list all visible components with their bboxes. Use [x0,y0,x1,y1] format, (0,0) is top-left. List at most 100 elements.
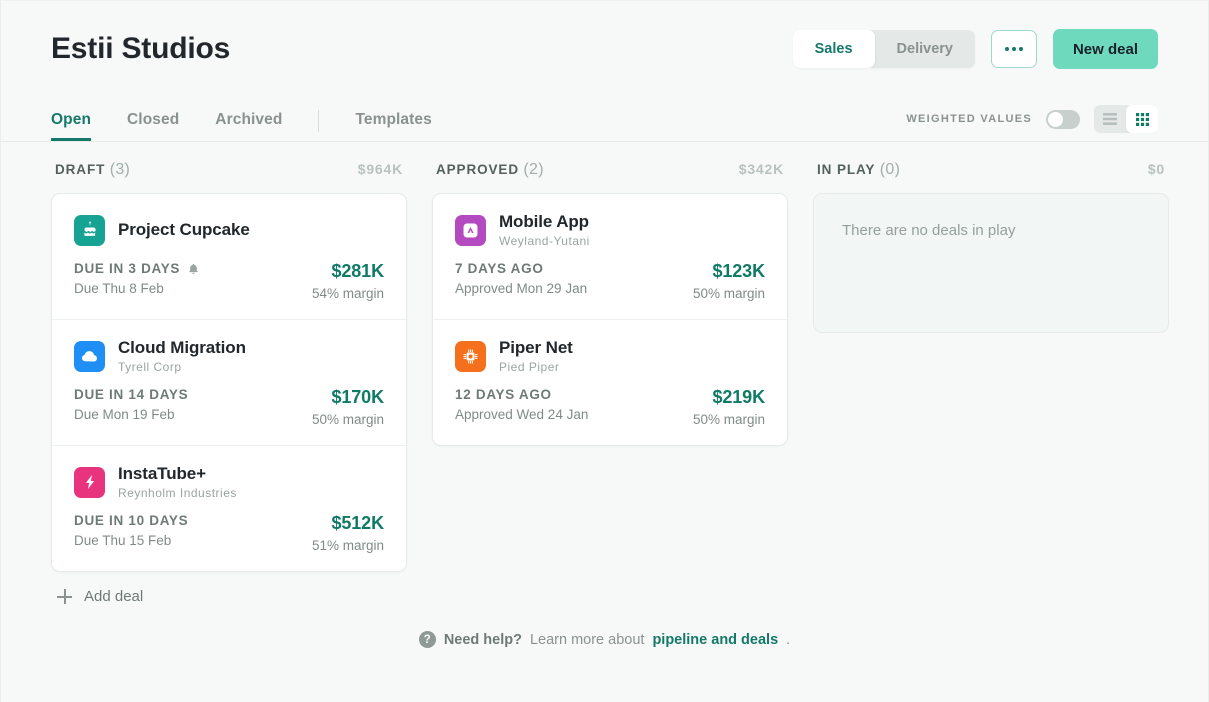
deal-schedule: DUE IN 3 DAYS Due Thu 8 Feb [74,261,200,296]
header-actions: Sales Delivery New deal [792,29,1158,69]
pipeline-and-deals-link[interactable]: pipeline and deals [652,632,778,648]
deal-name-group: Piper Net Pied Piper [499,338,573,374]
deal-header: Piper Net Pied Piper [455,338,765,374]
lightning-bolt-icon [74,466,105,498]
weighted-values-toggle[interactable] [1046,109,1080,129]
page-title: Estii Studios [51,32,231,65]
deal-schedule: 12 DAYS AGO Approved Wed 24 Jan [455,387,588,422]
column-draft: DRAFT (3) $964K Project Cupcake DUE IN 3… [51,161,407,605]
deal-company: Tyrell Corp [118,359,182,374]
column-header: APPROVED (2) $342K [432,161,788,193]
deal-margin: 50% margin [311,412,384,427]
chip-icon [455,340,486,372]
deal-name: Piper Net [499,338,573,358]
deal-meta: DUE IN 10 DAYS Due Thu 15 Feb $512K 51% … [74,513,384,553]
deal-date: Due Mon 19 Feb [74,407,175,422]
deal-name-group: Project Cupcake [118,220,250,240]
deal-value: $219K [712,387,765,407]
deal-margin: 50% margin [692,286,765,301]
new-deal-button[interactable]: New deal [1052,29,1158,69]
deal-status-text: DUE IN 14 DAYS [74,387,189,402]
add-deal-button[interactable]: Add deal [51,588,407,605]
column-approved: APPROVED (2) $342K Mobile App Weyland-Yu… [432,161,788,605]
deal-card[interactable]: InstaTube+ Reynholm Industries DUE IN 10… [52,445,406,571]
cake-icon [74,214,105,246]
tab-list: Open Closed Archived Templates [51,97,468,141]
cloud-icon [74,340,105,372]
ellipsis-dot-icon [1011,47,1016,51]
deal-date: Due Thu 8 Feb [74,281,164,296]
deal-card[interactable]: Piper Net Pied Piper 12 DAYS AGO Approve… [433,319,787,445]
plus-icon [57,589,72,604]
deal-card[interactable]: Mobile App Weyland-Yutani 7 DAYS AGO App… [433,194,787,319]
column-title-group: APPROVED (2) [436,161,544,179]
weighted-values-label: WEIGHTED VALUES [906,113,1032,125]
app-window: Estii Studios Sales Delivery New deal Op… [0,0,1209,702]
deal-name: InstaTube+ [118,464,206,484]
deal-name-group: Cloud Migration Tyrell Corp [118,338,246,374]
deal-header: Project Cupcake [74,212,384,248]
deal-figures: $170K 50% margin [312,387,384,427]
deal-meta: DUE IN 3 DAYS Due Thu 8 Feb $281K 54% ma… [74,261,384,301]
column-count: (2) [523,161,544,178]
deal-name: Cloud Migration [118,338,246,358]
segment-delivery[interactable]: Delivery [875,30,975,68]
app-store-icon [455,214,486,246]
deal-meta: 12 DAYS AGO Approved Wed 24 Jan $219K 50… [455,387,765,427]
column-total: $0 [1147,161,1165,177]
deal-date: Approved Mon 29 Jan [455,281,588,296]
deal-header: Cloud Migration Tyrell Corp [74,338,384,374]
view-mode-switch[interactable] [1094,105,1158,133]
deal-figures: $512K 51% margin [312,513,384,553]
deal-status: DUE IN 10 DAYS [74,513,188,528]
empty-state-text: There are no deals in play [842,222,1016,239]
learn-more-label: Learn more about [529,631,645,648]
column-total: $964K [357,161,403,177]
sales-delivery-segmented-control[interactable]: Sales Delivery [792,30,975,68]
column-title-group: DRAFT (3) [55,161,130,179]
deal-value: $281K [331,261,384,281]
deal-schedule: DUE IN 10 DAYS Due Thu 15 Feb [74,513,188,548]
deal-status: DUE IN 3 DAYS [74,261,200,276]
deal-figures: $123K 50% margin [693,261,765,301]
list-icon [1103,113,1117,125]
more-options-button[interactable] [990,30,1037,68]
column-count: (3) [109,161,131,178]
deal-meta: 7 DAYS AGO Approved Mon 29 Jan $123K 50%… [455,261,765,301]
tab-templates[interactable]: Templates [355,111,431,141]
deal-margin: 50% margin [692,412,765,427]
deal-card[interactable]: Cloud Migration Tyrell Corp DUE IN 14 DA… [52,319,406,445]
column-count: (0) [879,161,901,178]
column-title: DRAFT [55,162,106,177]
deal-figures: $219K 50% margin [693,387,765,427]
column-header: DRAFT (3) $964K [51,161,407,193]
app-header: Estii Studios Sales Delivery New deal [1,1,1208,97]
deal-value: $512K [331,513,384,533]
grid-view-button[interactable] [1126,105,1158,133]
tab-divider [318,110,320,132]
tab-open[interactable]: Open [51,111,92,141]
help-footer: ? Need help? Learn more about pipeline a… [1,631,1208,648]
deal-company: Pied Piper [499,359,560,374]
column-header: IN PLAY (0) $0 [813,161,1169,193]
tab-archived[interactable]: Archived [215,111,282,141]
deal-value: $170K [331,387,384,407]
deal-status-text: 12 DAYS AGO [455,387,552,402]
deal-status-text: 7 DAYS AGO [455,261,544,276]
board-tools: WEIGHTED VALUES [906,105,1158,141]
tab-closed[interactable]: Closed [127,111,179,141]
deal-company: Reynholm Industries [118,485,237,500]
list-view-button[interactable] [1094,105,1126,133]
card-stack: Project Cupcake DUE IN 3 DAYS Due Thu 8 … [51,193,407,572]
empty-drop-zone[interactable]: There are no deals in play [813,193,1169,333]
ellipsis-dot-icon [1004,47,1009,51]
segment-sales[interactable]: Sales [792,30,875,68]
deal-meta: DUE IN 14 DAYS Due Mon 19 Feb $170K 50% … [74,387,384,427]
deal-card[interactable]: Project Cupcake DUE IN 3 DAYS Due Thu 8 … [52,194,406,319]
deal-status: DUE IN 14 DAYS [74,387,188,402]
deal-date: Due Thu 15 Feb [74,533,172,548]
need-help-label: Need help? [443,631,522,648]
footer-period: . [786,631,791,648]
bell-icon [189,263,198,274]
column-title-group: IN PLAY (0) [817,161,900,179]
